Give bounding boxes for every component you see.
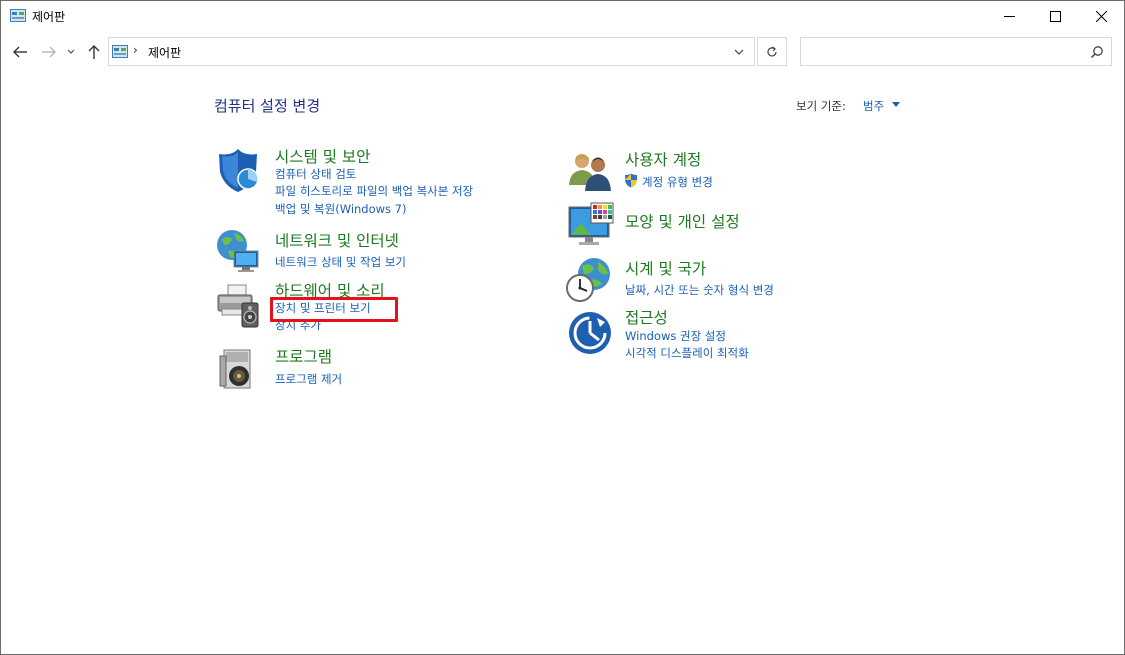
refresh-button[interactable] [757,37,787,66]
view-by-label: 보기 기준: [796,99,846,113]
appearance-monitor-icon[interactable] [567,201,615,249]
clock-globe-icon[interactable] [564,256,612,304]
page-title: 컴퓨터 설정 변경 [214,97,321,115]
close-button[interactable] [1078,1,1124,31]
network-globe-icon[interactable] [214,227,262,275]
breadcrumb-separator[interactable]: › [133,43,138,57]
link-network-status[interactable]: 네트워크 상태 및 작업 보기 [275,254,406,270]
link-optimize-visual-display[interactable]: 시각적 디스플레이 최적화 [625,345,749,361]
user-accounts-icon[interactable] [567,147,615,195]
back-button[interactable] [10,42,30,62]
breadcrumb-control-panel[interactable]: 제어판 [148,44,181,61]
highlight-box [270,297,398,322]
category-network-internet[interactable]: 네트워크 및 인터넷 [275,229,399,251]
view-by-dropdown[interactable]: 범주 [863,98,884,114]
window-title: 제어판 [32,10,66,24]
programs-icon[interactable] [214,344,262,392]
control-panel-icon [10,9,26,22]
navigation-bar: › 제어판 [1,35,1124,69]
title-bar[interactable]: 제어판 [1,1,1124,31]
arrow-right-icon [42,46,56,58]
close-icon [1095,10,1107,22]
maximize-icon [1049,10,1061,22]
link-change-account-type[interactable]: 계정 유형 변경 [642,174,713,190]
arrow-left-icon [13,46,27,58]
link-file-history-backup[interactable]: 파일 히스토리로 파일의 백업 복사본 저장 [275,183,473,199]
link-backup-restore[interactable]: 백업 및 복원(Windows 7) [275,201,407,217]
chevron-down-icon [734,49,744,55]
category-ease-of-access[interactable]: 접근성 [625,306,668,328]
minimize-icon [1003,15,1015,17]
maximize-button[interactable] [1032,1,1078,31]
link-review-computer-status[interactable]: 컴퓨터 상태 검토 [275,166,356,182]
printer-icon[interactable] [214,281,262,329]
forward-button[interactable] [39,42,59,62]
chevron-down-icon [67,49,75,54]
control-panel-window: 제어판 › 제어판 컴퓨터 설정 변경 보기 기준: 범주 시스템 및 보안 컴… [0,0,1125,655]
link-change-date-time-format[interactable]: 날짜, 시간 또는 숫자 형식 변경 [625,282,774,298]
up-button[interactable] [84,42,104,62]
category-clock-region[interactable]: 시계 및 국가 [625,257,706,279]
address-dropdown-button[interactable] [729,44,749,60]
ease-of-access-icon[interactable] [567,310,615,358]
arrow-up-icon [88,45,100,59]
category-appearance-personalization[interactable]: 모양 및 개인 설정 [625,210,740,232]
link-windows-recommended-settings[interactable]: Windows 권장 설정 [625,328,726,344]
address-bar[interactable]: › 제어판 [108,37,755,66]
category-programs[interactable]: 프로그램 [275,345,332,367]
refresh-icon [767,46,777,56]
shield-icon[interactable] [214,146,262,194]
recent-locations-button[interactable] [64,42,78,62]
view-by-arrow-icon[interactable] [892,102,900,107]
uac-shield-icon [625,173,637,188]
search-icon [1090,46,1103,59]
link-uninstall-program[interactable]: 프로그램 제거 [275,371,342,387]
category-system-security[interactable]: 시스템 및 보안 [275,145,370,167]
category-user-accounts[interactable]: 사용자 계정 [625,148,701,170]
control-panel-icon [112,45,128,58]
minimize-button[interactable] [986,1,1032,31]
search-box[interactable] [800,37,1112,66]
